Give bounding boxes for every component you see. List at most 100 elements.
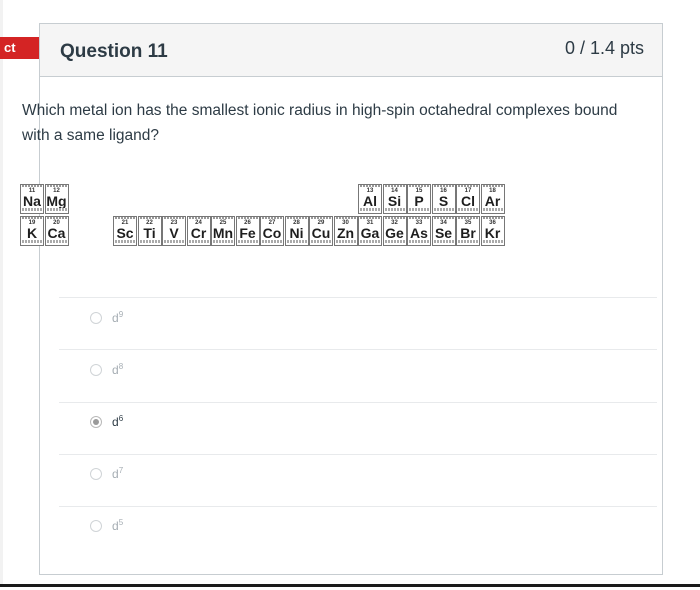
radio-button[interactable] [90, 416, 102, 428]
radio-button[interactable] [90, 364, 102, 376]
element-hatch [360, 240, 380, 243]
element-hatch [360, 208, 380, 211]
element-k: 19 K [20, 216, 44, 246]
element-symbol: Ar [484, 193, 501, 209]
choice-label: d6 [112, 414, 123, 429]
element-hatch [262, 217, 282, 219]
element-symbol: Cl [461, 193, 475, 209]
element-hatch [115, 217, 135, 219]
element-hatch [164, 217, 184, 219]
element-symbol: S [438, 193, 449, 209]
element-hatch [458, 208, 478, 211]
element-symbol: Zn [336, 225, 355, 241]
element-hatch [433, 217, 454, 219]
element-symbol: Ca [47, 225, 66, 241]
element-symbol: Ga [360, 225, 380, 241]
element-symbol: Ge [385, 225, 404, 241]
choice-base: d [112, 363, 119, 377]
element-ar: 18 Ar [480, 184, 505, 214]
element-hatch [262, 240, 282, 243]
element-sc: 21 Sc [113, 216, 137, 246]
question-title: Question 11 [60, 41, 168, 62]
left-edge [0, 0, 3, 584]
element-symbol: Cu [311, 225, 331, 241]
element-hatch [458, 185, 478, 187]
element-symbol: Fe [239, 225, 256, 241]
element-hatch [433, 208, 454, 211]
bottom-border [0, 584, 700, 587]
element-zn: 30 Zn [333, 216, 358, 246]
choice-base: d [112, 519, 119, 533]
element-hatch [188, 217, 209, 219]
element-hatch [360, 217, 380, 219]
choice-superscript: 7 [118, 466, 124, 475]
element-symbol: Kr [484, 225, 501, 241]
radio-button[interactable] [90, 468, 102, 480]
radio-button[interactable] [90, 520, 102, 532]
element-hatch [384, 185, 405, 187]
element-ni: 28 Ni [284, 216, 309, 246]
element-symbol: Mg [46, 193, 67, 209]
element-symbol: Si [387, 193, 402, 209]
element-na: 11 Na [20, 184, 44, 214]
choice-divider [59, 297, 657, 298]
element-symbol: Se [434, 225, 453, 241]
element-symbol: V [169, 225, 179, 241]
element-symbol: Mn [212, 225, 234, 241]
element-hatch [22, 185, 42, 187]
element-hatch [139, 240, 160, 243]
element-symbol: Na [23, 193, 41, 209]
element-ga: 31 Ga [358, 216, 382, 246]
element-hatch [46, 208, 67, 211]
choice-label: d8 [112, 362, 123, 377]
incorrect-tag-label: ct [4, 40, 16, 55]
element-symbol: P [414, 193, 424, 209]
choice-superscript: 8 [118, 362, 124, 371]
element-hatch [409, 240, 429, 243]
element-hatch [286, 217, 307, 219]
element-hatch [213, 240, 233, 243]
element-symbol: Al [363, 193, 377, 209]
element-v: 23 V [162, 216, 186, 246]
element-symbol: K [26, 225, 38, 241]
element-hatch [458, 217, 478, 219]
element-ca: 20 Ca [44, 216, 69, 246]
choice-divider [59, 506, 657, 507]
element-hatch [482, 208, 503, 211]
question-text: Which metal ion has the smallest ionic r… [22, 102, 618, 144]
element-symbol: Ti [143, 225, 156, 241]
element-ge: 32 Ge [382, 216, 407, 246]
choice-superscript: 5 [118, 518, 124, 527]
element-as: 33 As [407, 216, 431, 246]
choice-label: d9 [112, 310, 123, 325]
element-hatch [335, 217, 356, 219]
element-hatch [482, 217, 503, 219]
element-br: 35 Br [456, 216, 480, 246]
element-cr: 24 Cr [186, 216, 211, 246]
element-kr: 36 Kr [480, 216, 505, 246]
choice-base: d [112, 415, 119, 429]
radio-button[interactable] [90, 312, 102, 324]
element-hatch [22, 240, 42, 243]
element-co: 27 Co [260, 216, 284, 246]
element-hatch [409, 208, 429, 211]
element-hatch [384, 208, 405, 211]
element-mg: 12 Mg [44, 184, 69, 214]
element-hatch [139, 217, 160, 219]
choice-divider [59, 402, 657, 403]
element-hatch [433, 240, 454, 243]
choice-label: d5 [112, 518, 123, 533]
element-hatch [237, 240, 258, 243]
choice-superscript: 9 [118, 310, 124, 319]
choice-base: d [112, 311, 119, 325]
element-p: 15 P [407, 184, 431, 214]
element-symbol: As [410, 225, 428, 241]
element-si: 14 Si [382, 184, 407, 214]
element-hatch [311, 217, 331, 219]
choice-divider [59, 454, 657, 455]
element-symbol: Ni [289, 225, 304, 241]
element-hatch [482, 185, 503, 187]
element-hatch [482, 240, 503, 243]
choice-divider [59, 349, 657, 350]
element-hatch [164, 240, 184, 243]
